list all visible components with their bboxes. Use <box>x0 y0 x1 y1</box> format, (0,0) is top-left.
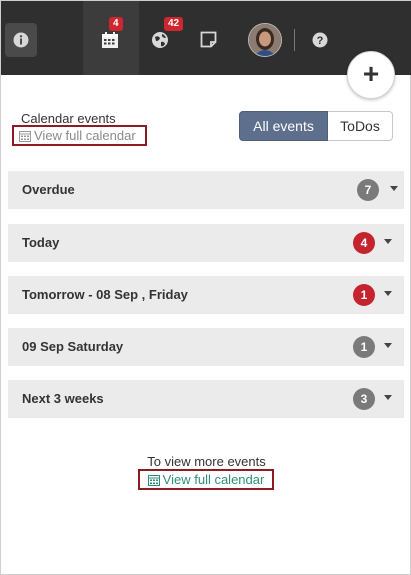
section-tomorrow[interactable]: Tomorrow - 08 Sep , Friday 1 <box>8 276 404 314</box>
all-events-button[interactable]: All events <box>239 111 328 141</box>
chevron-down-icon[interactable] <box>384 395 392 400</box>
section-count-badge: 1 <box>353 336 375 358</box>
section-count-badge: 4 <box>353 232 375 254</box>
section-count-badge: 3 <box>353 388 375 410</box>
calendar-events-title: Calendar events <box>21 111 116 126</box>
calendar-icon <box>102 32 118 48</box>
user-photo <box>249 24 281 56</box>
calendar-tab[interactable]: 4 <box>83 1 139 75</box>
section-label: Today <box>22 235 60 250</box>
chevron-down-icon[interactable] <box>384 291 392 296</box>
avatar[interactable] <box>248 23 282 57</box>
note-icon <box>200 31 217 48</box>
plus-icon: + <box>362 57 380 89</box>
section-09-sep[interactable]: 09 Sep Saturday 1 <box>8 328 404 366</box>
info-icon <box>13 32 29 48</box>
toolbar-divider <box>294 29 295 51</box>
notifications-count-badge: 42 <box>164 17 184 31</box>
section-overdue[interactable]: Overdue 7 <box>8 171 404 209</box>
todos-button[interactable]: ToDos <box>328 111 393 141</box>
view-full-calendar-link-bottom[interactable]: View full calendar <box>138 469 274 490</box>
chevron-down-icon[interactable] <box>390 186 398 191</box>
notifications-button[interactable]: 42 <box>151 17 184 51</box>
calendar-icon <box>19 130 31 142</box>
help-icon: ? <box>312 32 328 48</box>
view-full-calendar-link-top[interactable]: View full calendar <box>12 125 147 146</box>
section-label: 09 Sep Saturday <box>22 339 124 354</box>
section-label: Next 3 weeks <box>22 391 104 406</box>
section-count-badge: 7 <box>357 179 379 201</box>
chevron-down-icon[interactable] <box>384 343 392 348</box>
info-button[interactable] <box>5 23 37 57</box>
more-events-text: To view more events <box>147 454 266 469</box>
svg-text:?: ? <box>317 35 324 47</box>
add-event-button[interactable]: + <box>347 51 395 99</box>
section-count-badge: 1 <box>353 284 375 306</box>
section-next-3-weeks[interactable]: Next 3 weeks 3 <box>8 380 404 418</box>
globe-icon <box>152 32 168 48</box>
calendar-count-badge: 4 <box>109 17 123 31</box>
event-filter: All events ToDos <box>239 111 393 141</box>
view-full-calendar-label: View full calendar <box>162 472 265 487</box>
notes-button[interactable] <box>200 31 218 49</box>
view-full-calendar-label: View full calendar <box>34 128 136 143</box>
section-label: Overdue <box>22 182 75 197</box>
calendar-panel: 4 42 ? + Calendar events View full calen… <box>0 0 411 575</box>
calendar-icon <box>147 474 160 486</box>
chevron-down-icon[interactable] <box>384 239 392 244</box>
section-today[interactable]: Today 4 <box>8 224 404 262</box>
help-button[interactable]: ? <box>312 32 328 48</box>
section-label: Tomorrow - 08 Sep , Friday <box>22 287 188 302</box>
